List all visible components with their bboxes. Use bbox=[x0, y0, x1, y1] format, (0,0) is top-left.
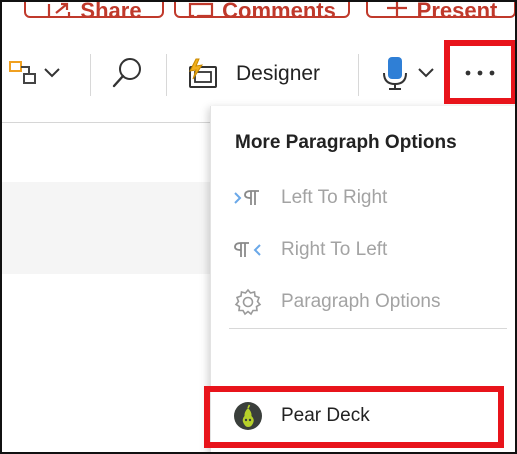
gear-icon bbox=[233, 287, 263, 317]
arrange-dropdown[interactable] bbox=[8, 58, 62, 88]
menu-item-left-to-right[interactable]: Left To Right bbox=[211, 178, 511, 218]
search-button[interactable] bbox=[110, 56, 144, 90]
highlight-box-pear-deck bbox=[204, 386, 504, 448]
toolbar-divider bbox=[90, 54, 91, 96]
menu-item-label: Left To Right bbox=[281, 187, 388, 208]
present-button[interactable]: Present bbox=[366, 0, 515, 18]
designer-button[interactable]: Designer bbox=[184, 56, 320, 92]
ltr-icon bbox=[233, 183, 263, 213]
share-button[interactable]: Share bbox=[24, 0, 164, 18]
chevron-down-icon bbox=[44, 68, 60, 78]
rtl-icon bbox=[233, 235, 263, 265]
slide-area-band bbox=[2, 182, 212, 274]
toolbar-divider bbox=[358, 54, 359, 96]
share-label: Share bbox=[80, 0, 142, 18]
menu-item-label: Paragraph Options bbox=[281, 291, 441, 312]
designer-label: Designer bbox=[236, 62, 321, 85]
designer-icon bbox=[189, 58, 217, 88]
menu-item-paragraph-options[interactable]: Paragraph Options bbox=[211, 282, 511, 322]
arrange-icon bbox=[9, 61, 36, 84]
microphone-icon bbox=[383, 57, 407, 90]
comment-icon bbox=[189, 2, 214, 16]
dictate-dropdown[interactable] bbox=[380, 54, 436, 92]
chevron-down-icon bbox=[418, 68, 434, 78]
menu-item-label: Right To Left bbox=[281, 239, 388, 260]
highlight-box-more-options bbox=[444, 40, 515, 104]
comments-label: Comments bbox=[222, 0, 336, 18]
search-icon bbox=[112, 58, 141, 88]
comments-button[interactable]: Comments bbox=[174, 0, 350, 18]
present-icon bbox=[386, 2, 407, 16]
present-label: Present bbox=[416, 0, 498, 18]
app-window: Share Comments Present Designer More Par… bbox=[0, 0, 517, 454]
toolbar-divider bbox=[166, 54, 167, 96]
menu-item-right-to-left[interactable]: Right To Left bbox=[211, 230, 511, 270]
menu-divider bbox=[229, 328, 507, 329]
menu-title: More Paragraph Options bbox=[235, 132, 457, 153]
share-icon bbox=[48, 2, 71, 16]
